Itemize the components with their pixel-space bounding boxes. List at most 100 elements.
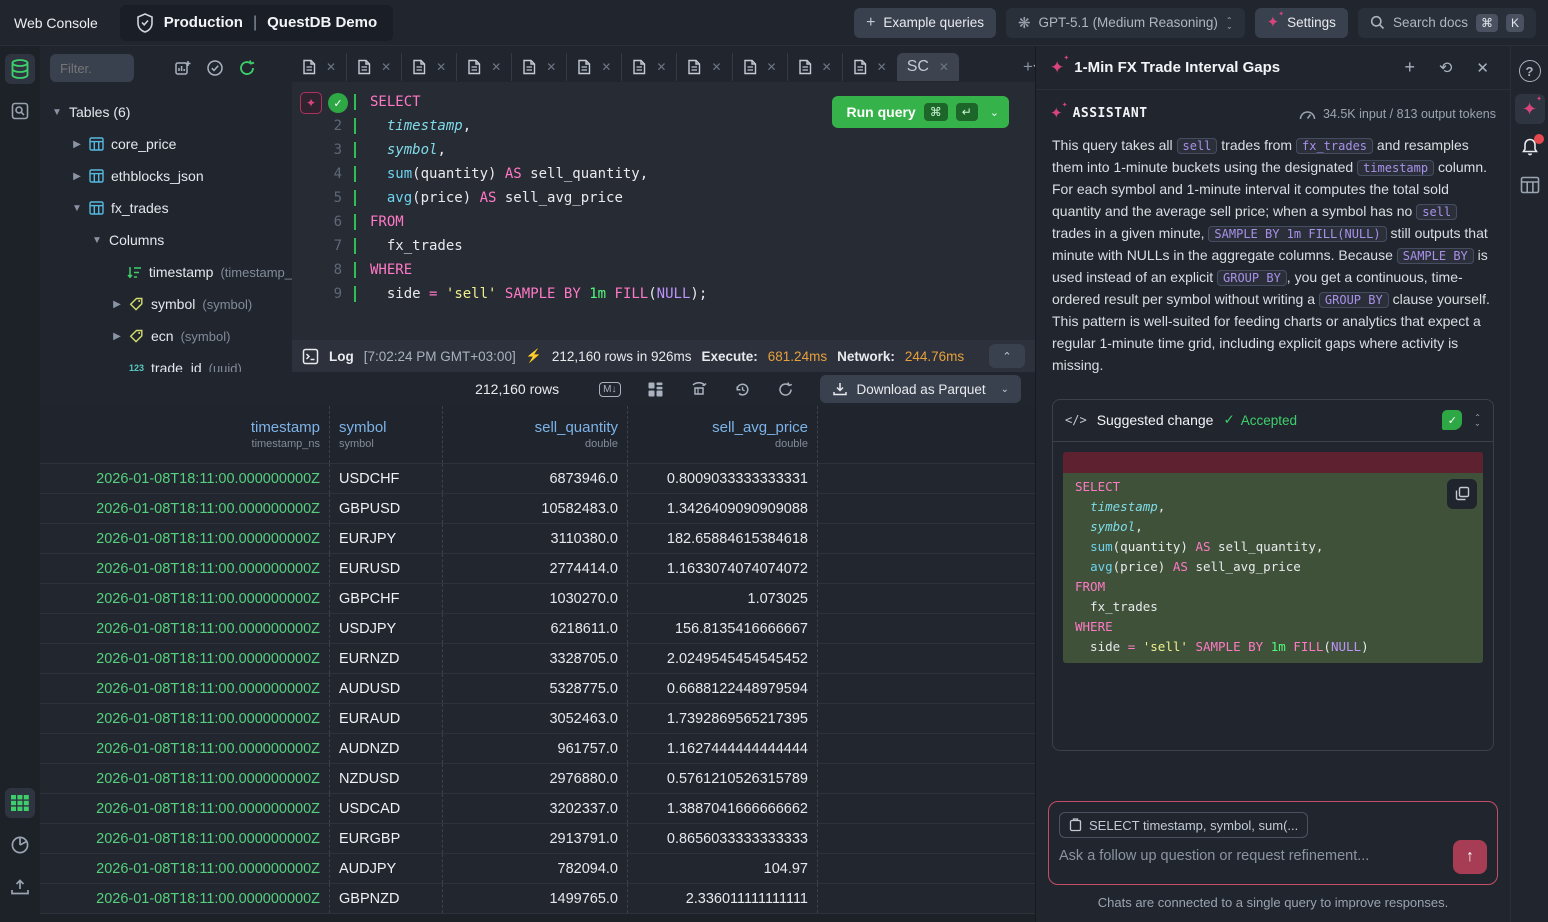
close-chat-button[interactable]: ✕ bbox=[1469, 59, 1496, 77]
close-tab-icon[interactable]: ✕ bbox=[939, 60, 949, 74]
history-refresh-icon[interactable] bbox=[734, 381, 751, 398]
tree-item-tables-6-[interactable]: ▼Tables (6) bbox=[40, 96, 292, 128]
model-selector[interactable]: ❋ GPT-5.1 (Medium Reasoning) ⌃⌃ bbox=[1006, 8, 1245, 38]
grid-layout-icon[interactable] bbox=[647, 381, 664, 398]
table-row[interactable]: 2026-01-08T18:11:00.000000000ZUSDCHF6873… bbox=[40, 464, 1035, 494]
sql-editor[interactable]: ✦ ✓ 1SELECT2 timestamp,3 symbol,4 sum(qu… bbox=[292, 82, 1035, 340]
notifications-button[interactable] bbox=[1515, 132, 1545, 162]
add-table-button[interactable] bbox=[174, 59, 192, 77]
table-row[interactable]: 2026-01-08T18:11:00.000000000ZEURNZD3328… bbox=[40, 644, 1035, 674]
table-panel-button[interactable] bbox=[1515, 170, 1545, 200]
editor-tab[interactable]: ✕ bbox=[566, 53, 621, 81]
query-plan-icon[interactable] bbox=[690, 380, 708, 398]
code-line[interactable]: 7 fx_trades bbox=[292, 234, 1035, 258]
copy-code-button[interactable] bbox=[1447, 479, 1477, 509]
close-tab-icon[interactable]: ✕ bbox=[711, 60, 721, 74]
code-line[interactable]: 3 symbol, bbox=[292, 138, 1035, 162]
table-row[interactable]: 2026-01-08T18:11:00.000000000ZEURGBP2913… bbox=[40, 824, 1035, 854]
run-query-button[interactable]: Run query ⌘ ↵ ⌄ bbox=[832, 96, 1009, 128]
editor-tab[interactable]: ✕ bbox=[401, 53, 456, 81]
chevron-down-icon[interactable]: ▼ bbox=[92, 235, 102, 246]
copy-markdown-icon[interactable]: M↓ bbox=[599, 382, 620, 397]
editor-tab[interactable]: ✕ bbox=[292, 53, 346, 81]
tree-item-trade-id[interactable]: 123trade_id(uuid) bbox=[40, 352, 292, 372]
close-tab-icon[interactable]: ✕ bbox=[326, 60, 336, 74]
code-line[interactable]: 8WHERE bbox=[292, 258, 1035, 282]
chevron-down-icon[interactable]: ▼ bbox=[72, 203, 82, 214]
chevron-right-icon[interactable]: ▶ bbox=[112, 331, 122, 342]
collapse-card-chevron[interactable]: ⌃⌃ bbox=[1474, 415, 1481, 425]
check-circle-button[interactable] bbox=[206, 59, 224, 77]
close-tab-icon[interactable]: ✕ bbox=[767, 60, 777, 74]
refresh-grid-icon[interactable] bbox=[777, 381, 794, 398]
close-tab-icon[interactable]: ✕ bbox=[656, 60, 666, 74]
ai-assist-button[interactable]: ✦ bbox=[300, 92, 322, 114]
collapse-log-button[interactable]: ⌃ bbox=[989, 344, 1025, 368]
table-row[interactable]: 2026-01-08T18:11:00.000000000ZAUDUSD5328… bbox=[40, 674, 1035, 704]
table-row[interactable]: 2026-01-08T18:11:00.000000000ZUSDCAD3202… bbox=[40, 794, 1035, 824]
run-options-chevron[interactable]: ⌄ bbox=[990, 106, 999, 119]
instance-selector[interactable]: Production | QuestDB Demo bbox=[120, 5, 393, 41]
table-row[interactable]: 2026-01-08T18:11:00.000000000ZEURAUD3052… bbox=[40, 704, 1035, 734]
editor-tab[interactable]: ✕ bbox=[787, 53, 842, 81]
chevron-down-icon[interactable]: ▼ bbox=[52, 107, 62, 118]
tables-nav-button[interactable] bbox=[5, 54, 35, 84]
code-line[interactable]: 4 sum(quantity) AS sell_quantity, bbox=[292, 162, 1035, 186]
close-tab-icon[interactable]: ✕ bbox=[601, 60, 611, 74]
table-row[interactable]: 2026-01-08T18:11:00.000000000ZAUDNZD9617… bbox=[40, 734, 1035, 764]
code-line[interactable]: 9 side = 'sell' SAMPLE BY 1m FILL(NULL); bbox=[292, 282, 1035, 306]
column-header-timestamp[interactable]: timestamptimestamp_ns bbox=[40, 406, 330, 463]
table-row[interactable]: 2026-01-08T18:11:00.000000000ZUSDJPY6218… bbox=[40, 614, 1035, 644]
example-queries-button[interactable]: + Example queries bbox=[854, 8, 996, 38]
tree-item-timestamp[interactable]: timestamp(timestamp_ bbox=[40, 256, 292, 288]
followup-input-box[interactable]: SELECT timestamp, symbol, sum(... Ask a … bbox=[1048, 801, 1498, 885]
editor-tab-active[interactable]: SC✕ bbox=[897, 53, 959, 81]
tree-item-ethblocks-json[interactable]: ▶ethblocks_json bbox=[40, 160, 292, 192]
chevron-right-icon[interactable]: ▶ bbox=[72, 171, 82, 182]
chevron-right-icon[interactable]: ▶ bbox=[112, 299, 122, 310]
table-row[interactable]: 2026-01-08T18:11:00.000000000ZEURUSD2774… bbox=[40, 554, 1035, 584]
editor-tab[interactable]: ✕ bbox=[346, 53, 401, 81]
tree-item-columns[interactable]: ▼Columns bbox=[40, 224, 292, 256]
help-button[interactable]: ? bbox=[1515, 56, 1545, 86]
editor-tab[interactable]: ✕ bbox=[732, 53, 787, 81]
new-tab-button[interactable]: + bbox=[1023, 57, 1033, 77]
editor-tab[interactable]: ✕ bbox=[456, 53, 511, 81]
close-tab-icon[interactable]: ✕ bbox=[381, 60, 391, 74]
search-docs-button[interactable]: Search docs ⌘ K bbox=[1358, 8, 1536, 38]
query-context-chip[interactable]: SELECT timestamp, symbol, sum(... bbox=[1059, 812, 1308, 838]
editor-tab[interactable]: ✕ bbox=[511, 53, 566, 81]
column-header-sell_avg_price[interactable]: sell_avg_pricedouble bbox=[628, 406, 818, 463]
tree-item-fx-trades[interactable]: ▼fx_trades bbox=[40, 192, 292, 224]
editor-tab[interactable]: ✕ bbox=[621, 53, 676, 81]
settings-button[interactable]: ✦ Settings bbox=[1255, 8, 1348, 38]
grid-view-button[interactable] bbox=[5, 788, 35, 818]
column-header-symbol[interactable]: symbolsymbol bbox=[330, 406, 443, 463]
tree-item-ecn[interactable]: ▶ecn(symbol) bbox=[40, 320, 292, 352]
close-tab-icon[interactable]: ✕ bbox=[491, 60, 501, 74]
code-line[interactable]: 5 avg(price) AS sell_avg_price bbox=[292, 186, 1035, 210]
refresh-tables-button[interactable] bbox=[238, 59, 256, 77]
chart-view-button[interactable] bbox=[5, 830, 35, 860]
close-tab-icon[interactable]: ✕ bbox=[436, 60, 446, 74]
code-line[interactable]: 6FROM bbox=[292, 210, 1035, 234]
close-tab-icon[interactable]: ✕ bbox=[877, 60, 887, 74]
column-header-sell_quantity[interactable]: sell_quantitydouble bbox=[443, 406, 628, 463]
table-row[interactable]: 2026-01-08T18:11:00.000000000ZNZDUSD2976… bbox=[40, 764, 1035, 794]
send-button[interactable]: ↑ bbox=[1453, 840, 1487, 874]
table-row[interactable]: 2026-01-08T18:11:00.000000000ZGBPCHF1030… bbox=[40, 584, 1035, 614]
close-tab-icon[interactable]: ✕ bbox=[822, 60, 832, 74]
table-row[interactable]: 2026-01-08T18:11:00.000000000ZEURJPY3110… bbox=[40, 524, 1035, 554]
tree-item-core-price[interactable]: ▶core_price bbox=[40, 128, 292, 160]
chat-history-button[interactable]: ⟲ bbox=[1432, 58, 1459, 78]
query-log-nav-button[interactable] bbox=[5, 96, 35, 126]
chevron-right-icon[interactable]: ▶ bbox=[72, 139, 82, 150]
ai-panel-button[interactable]: ✦ bbox=[1515, 94, 1545, 124]
new-chat-button[interactable]: + bbox=[1398, 57, 1423, 78]
close-tab-icon[interactable]: ✕ bbox=[546, 60, 556, 74]
editor-tab[interactable]: ✕ bbox=[676, 53, 731, 81]
table-row[interactable]: 2026-01-08T18:11:00.000000000ZGBPUSD1058… bbox=[40, 494, 1035, 524]
editor-tab[interactable]: ✕ bbox=[842, 53, 897, 81]
table-row[interactable]: 2026-01-08T18:11:00.000000000ZGBPNZD1499… bbox=[40, 884, 1035, 914]
download-options-chevron[interactable]: ⌄ bbox=[1001, 384, 1009, 395]
